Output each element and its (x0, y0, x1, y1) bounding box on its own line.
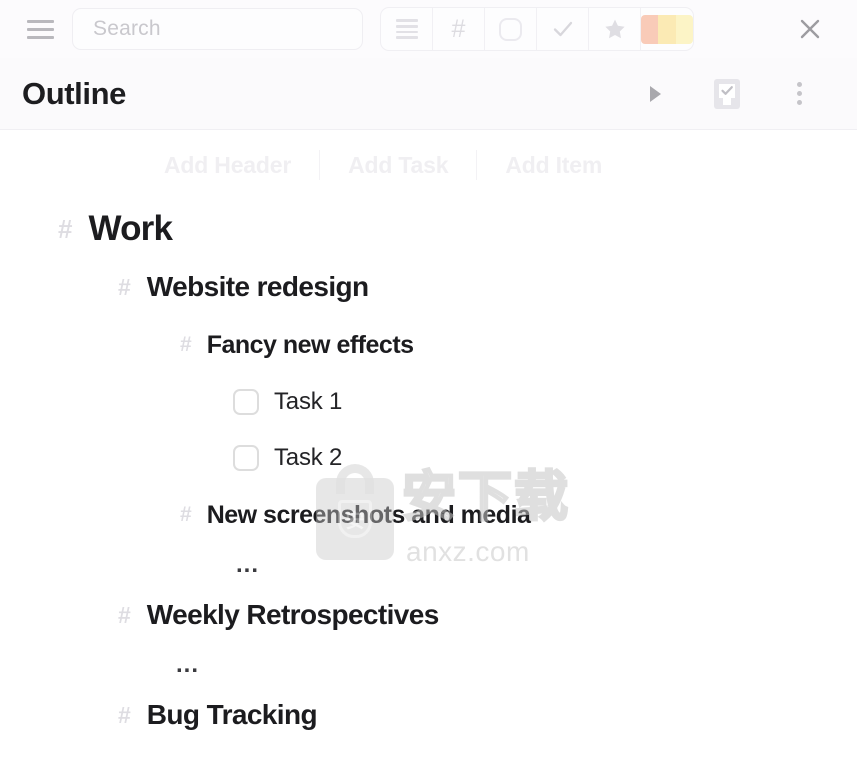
task-checkbox[interactable] (233, 389, 259, 415)
outline-header-node[interactable]: # New screenshots and media (0, 486, 857, 544)
outline-node-label: Work (88, 209, 173, 248)
header-actions (619, 71, 835, 117)
hamburger-bar (26, 19, 54, 23)
task-label: Task 1 (274, 388, 343, 415)
outline-node-label: Bug Tracking (146, 699, 318, 730)
outline-header-node[interactable]: # Website redesign (0, 258, 857, 316)
filter-list-button[interactable] (381, 8, 433, 50)
add-task-button[interactable]: Add Task (348, 152, 448, 179)
hash-icon: # (118, 601, 131, 628)
toggle-checkboxes-button[interactable] (691, 71, 763, 117)
outline-app-window: Search # Outline Add Header Add Task Add… (0, 0, 857, 783)
outline-header-node[interactable]: # Bug Tracking (0, 686, 857, 744)
task-label: Task 2 (274, 444, 343, 471)
outline-node-label: Website redesign (146, 271, 369, 302)
outline-task-node[interactable]: Task 1 (0, 374, 857, 430)
filter-favorite-button[interactable] (589, 8, 641, 50)
search-placeholder: Search (93, 17, 161, 40)
close-x-icon (800, 19, 820, 39)
outline-content: Add Header Add Task Add Item # Work # We… (0, 130, 857, 783)
hash-icon: # (118, 273, 131, 300)
filter-task-button[interactable] (537, 8, 589, 50)
outline-node-label: Fancy new effects (206, 330, 414, 359)
add-row-divider (476, 150, 478, 180)
hash-icon: # (58, 213, 73, 244)
checkbox-square-icon (714, 78, 740, 109)
collapsed-ellipsis[interactable]: ... (0, 644, 857, 686)
outline-header-node[interactable]: # Work (0, 200, 857, 258)
hash-icon: # (180, 503, 192, 526)
filter-header-button[interactable]: # (433, 8, 485, 50)
hamburger-bar (26, 27, 54, 31)
page-title: Outline (22, 75, 126, 111)
run-button[interactable] (619, 71, 691, 117)
list-lines-icon (395, 19, 418, 39)
outline-tree: # Work # Website redesign # Fancy new ef… (0, 186, 857, 744)
play-triangle-icon (649, 85, 661, 102)
outline-task-node[interactable]: Task 2 (0, 430, 857, 486)
collapsed-ellipsis[interactable]: ... (0, 544, 857, 586)
add-header-button[interactable]: Add Header (164, 152, 291, 179)
search-input[interactable]: Search (72, 8, 363, 50)
hash-icon: # (180, 333, 192, 356)
task-checkbox[interactable] (233, 445, 259, 471)
outline-header-node[interactable]: # Fancy new effects (0, 316, 857, 374)
add-row-divider (319, 150, 321, 180)
close-button[interactable] (789, 8, 831, 50)
hash-icon: # (118, 701, 131, 728)
filter-colors-button[interactable] (641, 8, 693, 50)
filter-item-button[interactable] (485, 8, 537, 50)
outline-header-bar: Outline (0, 58, 857, 130)
hash-icon: # (451, 14, 466, 43)
color-swatch-icon (641, 14, 693, 44)
outline-node-label: New screenshots and media (206, 500, 531, 529)
add-item-button[interactable]: Add Item (505, 152, 602, 179)
add-actions-row: Add Header Add Task Add Item (0, 130, 857, 186)
outline-header-node[interactable]: # Weekly Retrospectives (0, 586, 857, 644)
more-options-button[interactable] (763, 71, 835, 117)
hamburger-bar (26, 35, 54, 39)
hamburger-menu-icon[interactable] (20, 9, 60, 49)
rounded-square-icon (499, 17, 522, 41)
filter-segmented-control: # (380, 7, 694, 51)
star-icon (604, 19, 625, 39)
outline-node-label: Weekly Retrospectives (146, 599, 440, 630)
check-icon (553, 21, 572, 37)
top-toolbar: Search # (0, 0, 857, 58)
kebab-menu-icon (796, 82, 802, 105)
